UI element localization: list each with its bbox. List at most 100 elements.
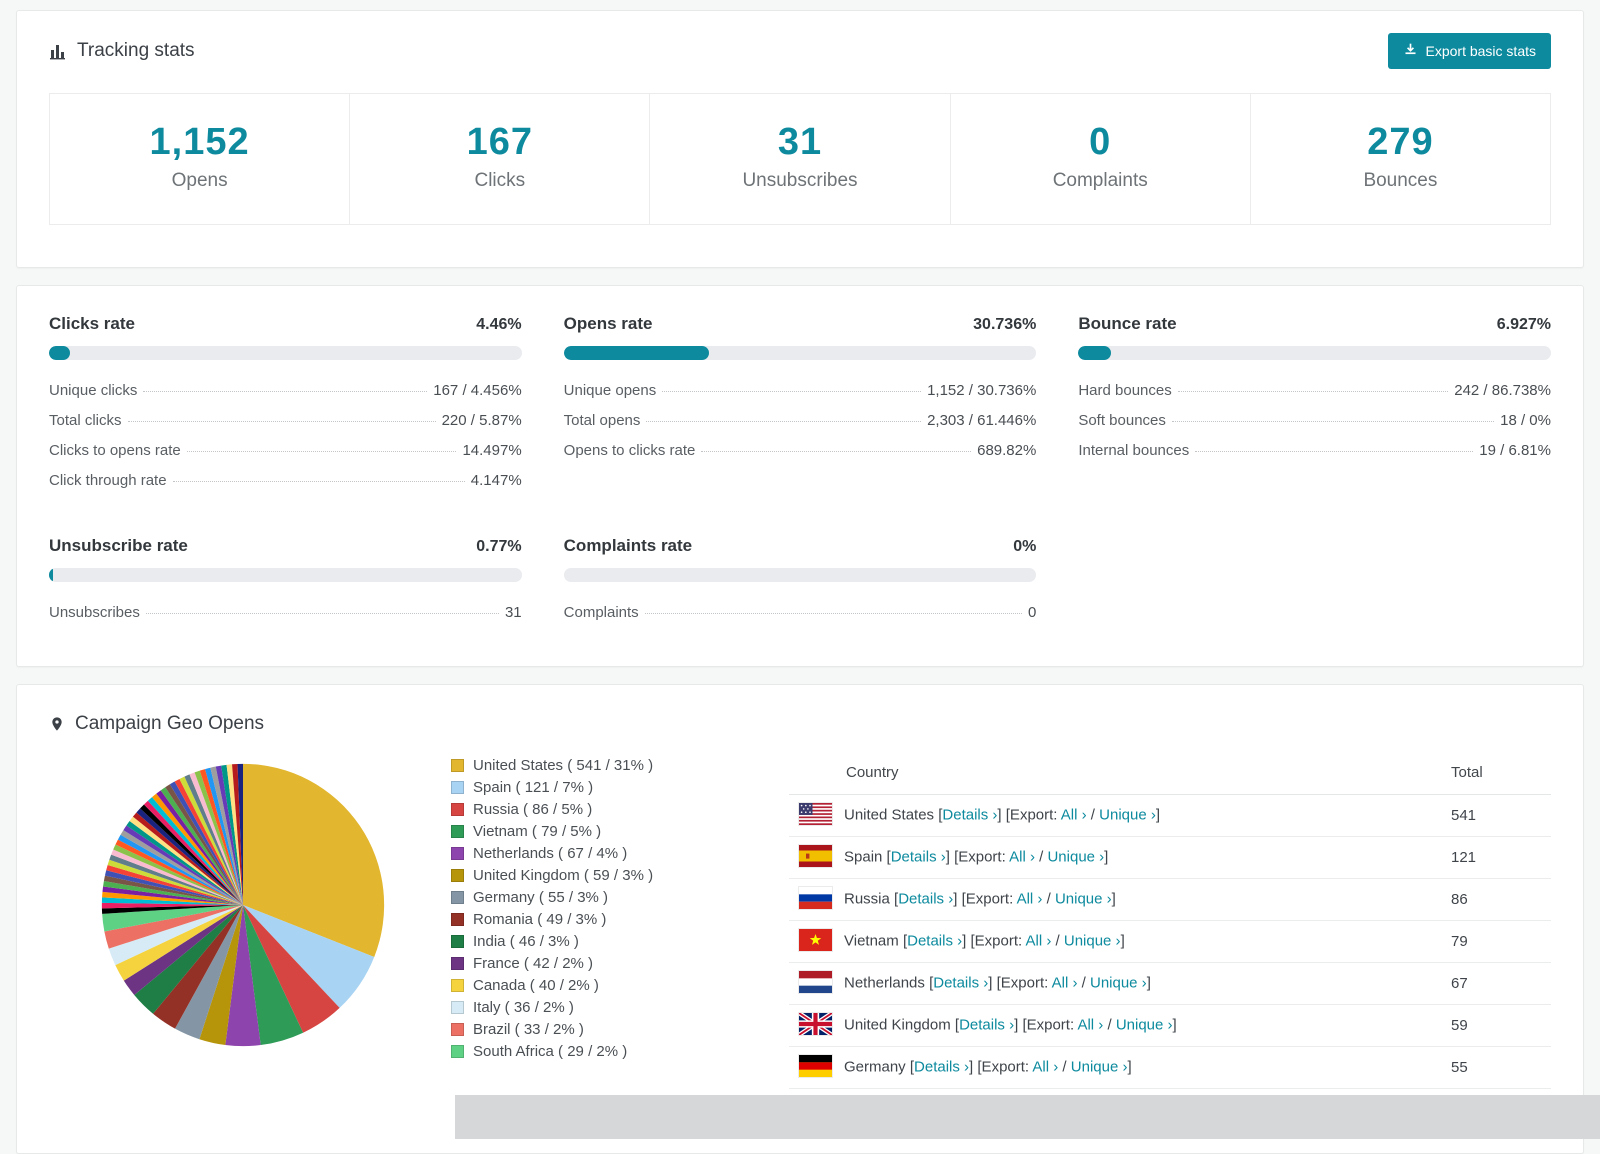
country-name: United Kingdom <box>844 1016 951 1034</box>
slash: / <box>1103 1016 1116 1034</box>
legend-label: Romania ( 49 / 3% ) <box>473 911 607 929</box>
stat-line-label: Unique opens <box>563 382 657 400</box>
export-unique-link[interactable]: Unique › <box>1047 848 1104 865</box>
flag-de-icon <box>799 1054 832 1077</box>
rate-value: 0.77% <box>476 537 522 555</box>
page: Tracking stats Export basic stats 1,152 O… <box>0 0 1600 1154</box>
export-all-link[interactable]: All › <box>1017 890 1043 907</box>
export-all-link[interactable]: All › <box>1026 932 1052 949</box>
dotted-leader <box>127 421 436 423</box>
stat-line-label: Total opens <box>563 412 641 430</box>
export-unique-link[interactable]: Unique › <box>1071 1058 1128 1075</box>
export-unique-link[interactable]: Unique › <box>1064 932 1121 949</box>
legend-label: Russia ( 86 / 5% ) <box>473 801 593 819</box>
details-link[interactable]: Details › <box>907 932 962 949</box>
stat-line-label: Internal bounces <box>1078 442 1190 460</box>
stat-line-label: Soft bounces <box>1078 412 1166 430</box>
bracket: ] <box>1155 806 1161 824</box>
rate-title: Bounce rate <box>1078 313 1177 333</box>
geo-table-header-row: Country Total <box>789 750 1551 795</box>
dotted-leader <box>145 613 499 615</box>
country-column-header: Country <box>789 750 1441 795</box>
geo-table-row-germany: Germany [Details ›] [Export: All › / Uni… <box>789 1046 1551 1089</box>
rate-panel-header: Opens rate 30.736% <box>564 314 1037 334</box>
legend-item-united-kingdom: United Kingdom ( 59 / 3% ) <box>451 865 789 887</box>
export-unique-link[interactable]: Unique › <box>1099 806 1156 823</box>
stat-line-complaints: Complaints 0 <box>564 598 1037 628</box>
country-cell: Vietnam [Details ›] [Export: All › / Uni… <box>789 920 1441 963</box>
complaints-rate-panel: Complaints rate 0% Complaints 0 <box>563 536 1037 628</box>
details-link[interactable]: Details › <box>914 1058 969 1075</box>
export-unique-link[interactable]: Unique › <box>1116 1016 1173 1033</box>
details-link[interactable]: Details › <box>891 848 946 865</box>
pie-svg <box>101 763 385 1046</box>
export-all-link[interactable]: All › <box>1061 806 1087 823</box>
export-unique-link[interactable]: Unique › <box>1055 890 1112 907</box>
details-link[interactable]: Details › <box>898 890 953 907</box>
legend-swatch <box>451 825 464 839</box>
stat-line-unique-clicks: Unique clicks 167 / 4.456% <box>49 376 522 406</box>
legend-swatch <box>451 979 464 993</box>
stat-unsubscribes: 31 Unsubscribes <box>650 94 951 224</box>
stat-line-total-opens: Total opens 2,303 / 61.446% <box>564 406 1037 436</box>
bracket: ] <box>1111 890 1116 908</box>
export-unique-link[interactable]: Unique › <box>1090 974 1147 991</box>
legend-item-united-states: United States ( 541 / 31% ) <box>451 755 789 777</box>
rate-title: Clicks rate <box>49 313 135 333</box>
stat-line-label: Opens to clicks rate <box>563 442 696 460</box>
rate-value: 0% <box>1013 537 1037 555</box>
dotted-leader <box>172 481 465 483</box>
export-all-link[interactable]: All › <box>1009 848 1035 865</box>
export-label: [Export: <box>1022 1016 1075 1034</box>
total-column-header: Total <box>1441 750 1551 795</box>
rate-progress-bar <box>1078 345 1551 360</box>
tracking-stats-header: Tracking stats Export basic stats <box>49 33 1551 69</box>
details-link[interactable]: Details › <box>959 1016 1014 1033</box>
export-all-link[interactable]: All › <box>1032 1058 1058 1075</box>
stat-line-unique-opens: Unique opens 1,152 / 30.736% <box>564 376 1037 406</box>
dotted-leader <box>1177 391 1449 393</box>
country-total: 59 <box>1441 1004 1551 1047</box>
slash: / <box>1051 932 1064 950</box>
legend-swatch <box>451 891 464 905</box>
legend-label: United Kingdom ( 59 / 3% ) <box>473 867 654 885</box>
legend-item-canada: Canada ( 40 / 2% ) <box>451 975 789 997</box>
export-basic-stats-button[interactable]: Export basic stats <box>1387 33 1551 69</box>
details-link[interactable]: Details › <box>933 974 988 991</box>
country-name: Vietnam <box>844 932 899 950</box>
export-all-link[interactable]: All › <box>1077 1016 1103 1033</box>
legend-label: Canada ( 40 / 2% ) <box>473 977 599 995</box>
tracking-stats-title-text: Tracking stats <box>77 40 195 61</box>
rate-progress-bar <box>49 567 522 582</box>
legend-label: France ( 42 / 2% ) <box>473 955 594 973</box>
legend-item-germany: Germany ( 55 / 3% ) <box>451 887 789 909</box>
bar-chart-icon <box>49 42 67 60</box>
geo-table-row-vietnam: Vietnam [Details ›] [Export: All › / Uni… <box>789 920 1551 963</box>
geo-table-row-united-kingdom: United Kingdom [Details ›] [Export: All … <box>789 1004 1551 1047</box>
rate-panel-header: Complaints rate 0% <box>564 536 1037 556</box>
bracket: ] <box>1014 1016 1019 1034</box>
legend-swatch <box>451 847 464 861</box>
stats-summary-row: 1,152 Opens 167 Clicks 31 Unsubscribes 0 Compla… <box>49 93 1551 225</box>
export-all-link[interactable]: All › <box>1052 974 1078 991</box>
rate-value: 4.46% <box>476 315 522 333</box>
stat-line-value: 689.82% <box>977 442 1037 460</box>
rate-value: 30.736% <box>973 315 1037 333</box>
legend-swatch <box>451 913 464 927</box>
legend-label: India ( 46 / 3% ) <box>473 933 579 951</box>
flag-vn-icon <box>799 928 832 951</box>
bracket: ] <box>1120 932 1125 950</box>
bracket: ] <box>1127 1058 1132 1076</box>
tracking-stats-title: Tracking stats <box>49 40 195 62</box>
dotted-leader <box>662 391 922 393</box>
legend-swatch <box>451 803 464 817</box>
rate-title: Complaints rate <box>563 535 693 555</box>
country-total: 67 <box>1441 962 1551 1005</box>
details-link[interactable]: Details › <box>942 806 997 823</box>
flag-gb-icon <box>799 1012 832 1035</box>
dotted-leader <box>701 451 972 453</box>
geo-table: Country Total United States [Details ›] … <box>789 747 1551 1089</box>
stat-line-label: Click through rate <box>49 472 167 490</box>
legend-swatch <box>451 869 464 883</box>
stat-value: 31 <box>777 121 823 163</box>
